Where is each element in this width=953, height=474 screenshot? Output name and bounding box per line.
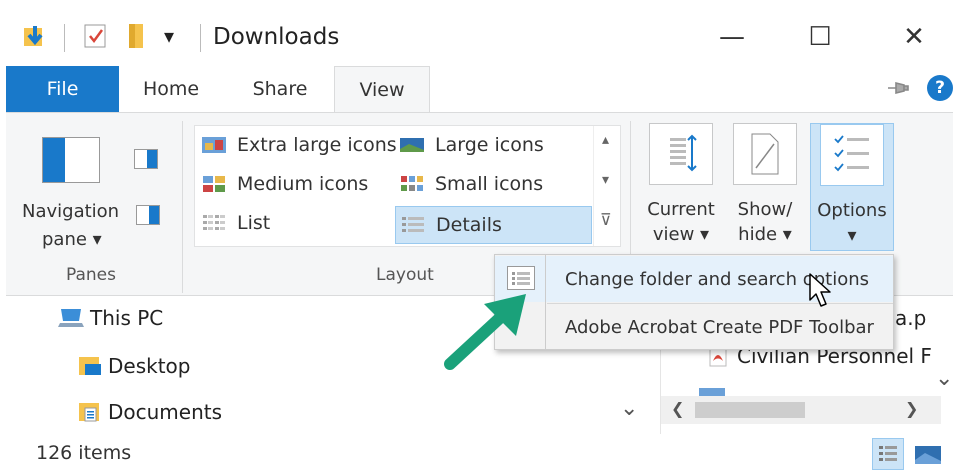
tab-file[interactable]: File xyxy=(6,66,119,112)
nav-item-desktop[interactable]: Desktop xyxy=(76,354,190,378)
options-dropdown-arrow: ▾ xyxy=(847,225,857,246)
qa-dropdown-icon[interactable]: ▾ xyxy=(164,24,180,54)
options-button[interactable]: Options ▾ xyxy=(810,123,894,251)
list-icon xyxy=(201,213,227,233)
navigation-pane-label: Navigation xyxy=(22,201,120,222)
medium-icons-icon xyxy=(201,174,227,194)
layout-gallery-scrollbar[interactable]: ▴ ▾ ⊽ xyxy=(593,126,621,246)
qa-separator xyxy=(64,24,65,52)
menu-item-label: Adobe Acrobat Create PDF Toolbar xyxy=(565,316,874,338)
layout-gallery: Extra large icons Large icons Medium ico… xyxy=(194,125,621,247)
layout-extra-large-icons[interactable]: Extra large icons xyxy=(201,134,397,156)
details-view-button[interactable] xyxy=(872,438,904,470)
status-bar: 126 items xyxy=(0,434,953,474)
new-folder-icon[interactable] xyxy=(126,22,150,52)
tab-share[interactable]: Share xyxy=(239,66,321,112)
layout-details[interactable]: Details xyxy=(395,206,592,244)
layout-item-label: Details xyxy=(436,214,502,236)
properties-check-icon[interactable] xyxy=(82,22,110,52)
scroll-left-button[interactable]: ❮ xyxy=(671,399,684,418)
ribbon-tabs: File Home Share View ? xyxy=(0,66,953,113)
files-scroll-down-button[interactable]: ⌄ xyxy=(935,366,953,391)
show-hide-button[interactable]: Show/ hide ▾ xyxy=(726,123,804,251)
gallery-more-button[interactable]: ⊽ xyxy=(600,210,612,229)
title-bar: ▾ Downloads — ☐ ✕ xyxy=(0,0,953,66)
extra-large-icons-icon xyxy=(201,135,227,155)
show-hide-label: Show/ xyxy=(737,199,793,220)
nav-item-label: Documents xyxy=(108,400,223,424)
horizontal-scrollbar[interactable]: ❮ ❯ xyxy=(661,396,941,424)
computer-icon xyxy=(58,307,84,329)
tab-home[interactable]: Home xyxy=(128,66,214,112)
menu-item-adobe-acrobat-toolbar[interactable]: Adobe Acrobat Create PDF Toolbar xyxy=(495,304,893,350)
minimize-button[interactable]: — xyxy=(712,18,752,56)
details-view-icon xyxy=(879,446,897,461)
help-icon[interactable]: ? xyxy=(927,75,953,101)
layout-item-label: Small icons xyxy=(435,173,544,195)
layout-item-label: Large icons xyxy=(435,134,544,156)
navigation-pane-label-2: pane ▾ xyxy=(42,229,102,250)
window-title: Downloads xyxy=(213,24,340,50)
gallery-scroll-down-button[interactable]: ▾ xyxy=(602,172,609,188)
gallery-scroll-up-button[interactable]: ▴ xyxy=(602,132,609,148)
close-button[interactable]: ✕ xyxy=(894,18,934,56)
scroll-right-button[interactable]: ❯ xyxy=(905,399,918,418)
nav-item-documents[interactable]: Documents xyxy=(76,400,222,424)
details-pane-icon[interactable] xyxy=(136,205,160,225)
nav-scroll-down-button[interactable]: ⌄ xyxy=(620,396,638,421)
callout-arrow-icon xyxy=(444,294,526,370)
desktop-folder-icon xyxy=(76,355,102,377)
maximize-button[interactable]: ☐ xyxy=(800,18,840,56)
current-view-label: Current xyxy=(647,199,715,220)
navigation-pane-icon[interactable] xyxy=(42,137,100,183)
documents-folder-icon xyxy=(76,401,102,423)
current-view-label-2: view ▾ xyxy=(652,224,710,245)
current-view-icon xyxy=(649,123,713,185)
small-icons-icon xyxy=(399,174,425,194)
options-label: Options xyxy=(817,200,887,221)
layout-group-label: Layout xyxy=(376,265,434,285)
scroll-thumb[interactable] xyxy=(695,402,805,418)
layout-medium-icons[interactable]: Medium icons xyxy=(201,173,368,195)
pin-icon[interactable] xyxy=(886,80,910,96)
nav-item-this-pc[interactable]: This PC xyxy=(58,306,163,330)
current-view-button[interactable]: Current view ▾ xyxy=(642,123,720,251)
file-name-fragment[interactable]: a.p xyxy=(895,306,926,330)
mouse-cursor-icon xyxy=(809,273,831,307)
details-icon xyxy=(400,215,426,235)
group-separator xyxy=(182,121,183,293)
explorer-window: ▾ Downloads — ☐ ✕ File Home Share View ?… xyxy=(0,0,953,474)
layout-item-label: Medium icons xyxy=(237,173,369,195)
large-icons-view-button[interactable] xyxy=(912,442,944,468)
folder-down-icon[interactable] xyxy=(22,22,48,52)
layout-list[interactable]: List xyxy=(201,212,270,234)
tab-view[interactable]: View xyxy=(334,66,430,113)
large-icons-view-icon xyxy=(915,446,941,464)
show-hide-label-2: hide ▾ xyxy=(738,224,792,245)
layout-item-label: Extra large icons xyxy=(237,134,397,156)
layout-large-icons[interactable]: Large icons xyxy=(399,134,544,156)
options-dropdown-menu: Change folder and search options Adobe A… xyxy=(494,254,894,350)
panes-group-label: Panes xyxy=(66,265,116,285)
item-count: 126 items xyxy=(36,442,132,464)
layout-item-label: List xyxy=(237,212,271,234)
show-hide-icon xyxy=(733,123,797,185)
options-icon xyxy=(820,124,884,186)
preview-pane-icon[interactable] xyxy=(134,149,158,169)
large-icons-icon xyxy=(399,135,425,155)
layout-small-icons[interactable]: Small icons xyxy=(399,173,543,195)
qa-separator xyxy=(200,24,201,52)
nav-item-label: This PC xyxy=(90,306,164,330)
nav-item-label: Desktop xyxy=(108,354,191,378)
